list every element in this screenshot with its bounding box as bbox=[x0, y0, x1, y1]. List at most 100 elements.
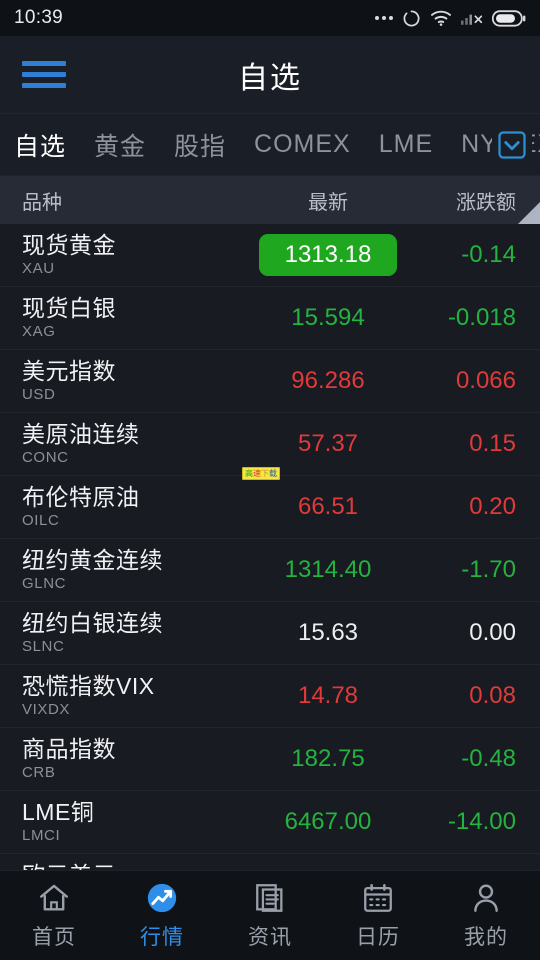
price-highlight-pill: 1313.18 bbox=[258, 234, 398, 276]
nav-label-home: 首页 bbox=[32, 925, 76, 949]
quote-code: CRB bbox=[22, 763, 56, 781]
quote-last-price: 96.286 bbox=[291, 367, 365, 394]
more-dots-icon bbox=[375, 16, 393, 20]
calendar-icon bbox=[364, 883, 392, 912]
quotes-icon bbox=[147, 883, 177, 912]
quote-change-value: 0.066 bbox=[455, 367, 516, 394]
table-row[interactable]: 现货白银 XAG 15.594 -0.018 bbox=[0, 287, 540, 350]
title-bar: 自选 bbox=[0, 36, 540, 114]
nav-item-news[interactable]: 资讯 bbox=[216, 881, 324, 951]
quote-code: XAG bbox=[22, 322, 56, 340]
quote-last-price: 1314.40 bbox=[284, 556, 372, 583]
quote-code: SLNC bbox=[22, 637, 65, 655]
table-row[interactable]: LME铜 LMCI 6467.00 -14.00 bbox=[0, 791, 540, 854]
sync-circle-icon bbox=[403, 10, 420, 26]
quote-change-value: -1.70 bbox=[461, 556, 516, 583]
quote-last-price: 15.594 bbox=[291, 304, 365, 331]
quote-name-cell: 商品指数 CRB bbox=[0, 736, 248, 783]
quote-name-cell: 纽约白银连续 SLNC bbox=[0, 610, 248, 657]
quote-name-cell: 现货黄金 XAU bbox=[0, 232, 248, 279]
quote-last-price: 1313.18 bbox=[248, 234, 408, 276]
quote-name: 商品指数 bbox=[22, 735, 116, 762]
column-header-name[interactable]: 品种 bbox=[0, 186, 248, 215]
nav-label-profile: 我的 bbox=[464, 925, 508, 949]
table-row[interactable]: 纽约黄金连续 GLNC 1314.40 -1.70 bbox=[0, 539, 540, 602]
quote-last-price: 15.63 bbox=[297, 619, 359, 646]
quote-last-price: 14.78 bbox=[297, 682, 359, 709]
tab-lme[interactable]: LME bbox=[379, 130, 433, 159]
quote-list[interactable]: 现货黄金 XAU 1313.18 -0.14 现货白银 XAG 15.594 -0.018 美元… bbox=[0, 224, 540, 917]
status-time: 10:39 bbox=[14, 7, 64, 28]
download-watermark-badge: 高速下载 bbox=[242, 467, 280, 480]
quote-change-value: 0.20 bbox=[469, 493, 516, 520]
quote-code: USD bbox=[22, 385, 56, 403]
quote-name-cell: 纽约黄金连续 GLNC bbox=[0, 547, 248, 594]
quote-code: OILC bbox=[22, 511, 60, 529]
nav-label-news: 资讯 bbox=[248, 925, 292, 949]
bottom-navigation: 首页 行情 资讯 日历 我的 bbox=[0, 870, 540, 960]
quote-last-price: 182.75 bbox=[291, 745, 365, 772]
status-bar: 10:39 bbox=[0, 0, 540, 36]
quote-code: VIXDX bbox=[22, 700, 71, 718]
quote-name: 布伦特原油 bbox=[22, 483, 140, 510]
column-header-last[interactable]: 最新 bbox=[248, 186, 408, 215]
quote-change-value: -14.00 bbox=[447, 808, 516, 835]
table-row[interactable]: 恐慌指数VIX VIXDX 14.78 0.08 bbox=[0, 665, 540, 728]
table-row[interactable]: 现货黄金 XAU 1313.18 -0.14 bbox=[0, 224, 540, 287]
page-title: 自选 bbox=[238, 61, 302, 95]
tabs-scroller[interactable]: 自选 黄金 股指 COMEX LME NYMEX bbox=[0, 127, 540, 163]
nav-item-home[interactable]: 首页 bbox=[0, 881, 108, 951]
quote-name: 恐慌指数VIX bbox=[22, 672, 155, 699]
quote-last-price: 57.37 bbox=[297, 430, 359, 457]
quote-name: 美元指数 bbox=[22, 357, 116, 384]
quote-name-cell: 美元指数 USD bbox=[0, 358, 248, 405]
news-icon bbox=[256, 883, 283, 912]
quote-last-price: 6467.00 bbox=[284, 808, 372, 835]
home-icon bbox=[40, 884, 68, 911]
tab-comex[interactable]: COMEX bbox=[254, 130, 351, 159]
quote-change-value: 0.08 bbox=[469, 682, 516, 709]
tab-huangjin[interactable]: 黄金 bbox=[94, 127, 146, 163]
table-header: 品种 最新 涨跌额 bbox=[0, 176, 540, 224]
table-row[interactable]: 布伦特原油 OILC 66.51 0.20 高速下载 bbox=[0, 467, 540, 539]
table-row[interactable]: 纽约白银连续 SLNC 15.63 0.00 bbox=[0, 602, 540, 665]
category-tabs: 自选 黄金 股指 COMEX LME NYMEX bbox=[0, 114, 540, 176]
tab-guzhi[interactable]: 股指 bbox=[174, 127, 226, 163]
quote-code: CONC bbox=[22, 448, 69, 466]
nav-label-calendar: 日历 bbox=[356, 925, 400, 949]
quote-name: 美原油连续 bbox=[22, 420, 140, 447]
quote-name-cell: 美原油连续 CONC bbox=[0, 421, 248, 468]
quote-name: LME铜 bbox=[22, 798, 95, 825]
app-screen: 10:39 自选 自选 黄金 股指 COMEX LME 品种 最新 涨跌额 现货… bbox=[0, 0, 540, 960]
signal-no-service-icon bbox=[461, 14, 483, 25]
quote-code: LMCI bbox=[22, 826, 61, 844]
quote-last-price: 66.51 bbox=[297, 493, 359, 520]
quote-code: XAU bbox=[22, 259, 55, 277]
battery-icon bbox=[492, 9, 526, 27]
quote-name-cell: 恐慌指数VIX VIXDX bbox=[0, 673, 248, 720]
quote-name: 现货黄金 bbox=[22, 231, 116, 258]
quote-code: GLNC bbox=[22, 574, 67, 592]
nav-label-quotes: 行情 bbox=[140, 925, 184, 949]
quote-change-value: -0.14 bbox=[461, 241, 516, 268]
quote-name: 纽约白银连续 bbox=[22, 609, 163, 636]
nav-item-profile[interactable]: 我的 bbox=[432, 881, 540, 951]
quote-change-value: -0.018 bbox=[447, 304, 516, 331]
profile-icon bbox=[474, 883, 498, 912]
quote-change-value: 0.00 bbox=[469, 619, 516, 646]
hamburger-menu-icon[interactable] bbox=[22, 61, 66, 88]
quote-change-value: -0.48 bbox=[461, 745, 516, 772]
tab-zixuan[interactable]: 自选 bbox=[14, 127, 66, 163]
wifi-icon bbox=[431, 10, 451, 26]
chevron-down-box-icon[interactable] bbox=[492, 124, 532, 165]
quote-change-value: 0.15 bbox=[469, 430, 516, 457]
nav-item-calendar[interactable]: 日历 bbox=[324, 881, 432, 951]
table-row[interactable]: 商品指数 CRB 182.75 -0.48 bbox=[0, 728, 540, 791]
nav-item-quotes[interactable]: 行情 bbox=[108, 881, 216, 951]
quote-name-cell: 布伦特原油 OILC bbox=[0, 484, 248, 531]
quote-name-cell: LME铜 LMCI bbox=[0, 799, 248, 846]
status-icons bbox=[375, 9, 526, 28]
table-row[interactable]: 美元指数 USD 96.286 0.066 bbox=[0, 350, 540, 413]
quote-name: 纽约黄金连续 bbox=[22, 546, 163, 573]
quote-name-cell: 现货白银 XAG bbox=[0, 295, 248, 342]
